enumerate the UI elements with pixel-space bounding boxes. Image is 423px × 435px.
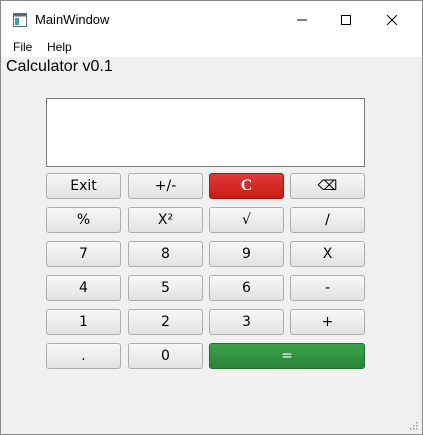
nine-button[interactable]: 9 [209, 241, 284, 267]
four-button[interactable]: 4 [46, 275, 121, 301]
divide-button[interactable]: / [290, 207, 365, 233]
three-button[interactable]: 3 [209, 309, 284, 335]
backspace-icon: ⌫ [317, 178, 338, 194]
close-window-button[interactable] [369, 1, 415, 39]
app-heading: Calculator v0.1 [6, 58, 113, 75]
close-icon [387, 15, 397, 25]
minimize-button[interactable] [279, 1, 325, 39]
window-title: MainWindow [35, 12, 110, 27]
main-window: MainWindow File Help Calculator v0.1 Exi… [0, 0, 423, 435]
maximize-button[interactable] [323, 1, 369, 39]
resize-grip-icon[interactable] [408, 420, 418, 430]
plus-minus-button[interactable]: +/- [128, 173, 203, 199]
menu-file[interactable]: File [13, 40, 32, 54]
zero-button[interactable]: 0 [128, 343, 203, 369]
title-bar[interactable]: MainWindow [1, 1, 422, 39]
calculator-display [46, 98, 365, 167]
square-button[interactable]: X² [128, 207, 203, 233]
five-button[interactable]: 5 [128, 275, 203, 301]
decimal-button[interactable]: . [46, 343, 121, 369]
six-button[interactable]: 6 [209, 275, 284, 301]
seven-button[interactable]: 7 [46, 241, 121, 267]
minus-button[interactable]: - [290, 275, 365, 301]
two-button[interactable]: 2 [128, 309, 203, 335]
maximize-icon [341, 15, 351, 25]
sqrt-button[interactable]: √ [209, 207, 284, 233]
menu-help[interactable]: Help [47, 40, 72, 54]
eight-button[interactable]: 8 [128, 241, 203, 267]
equals-button[interactable]: = [209, 343, 365, 369]
one-button[interactable]: 1 [46, 309, 121, 335]
minimize-icon [297, 19, 307, 21]
app-icon [13, 13, 27, 27]
percent-button[interactable]: % [46, 207, 121, 233]
backspace-button[interactable]: ⌫ [290, 173, 365, 199]
multiply-button[interactable]: X [290, 241, 365, 267]
clear-button[interactable]: C [209, 173, 284, 199]
exit-button[interactable]: Exit [46, 173, 121, 199]
plus-button[interactable]: + [290, 309, 365, 335]
menu-bar: File Help [1, 39, 422, 57]
